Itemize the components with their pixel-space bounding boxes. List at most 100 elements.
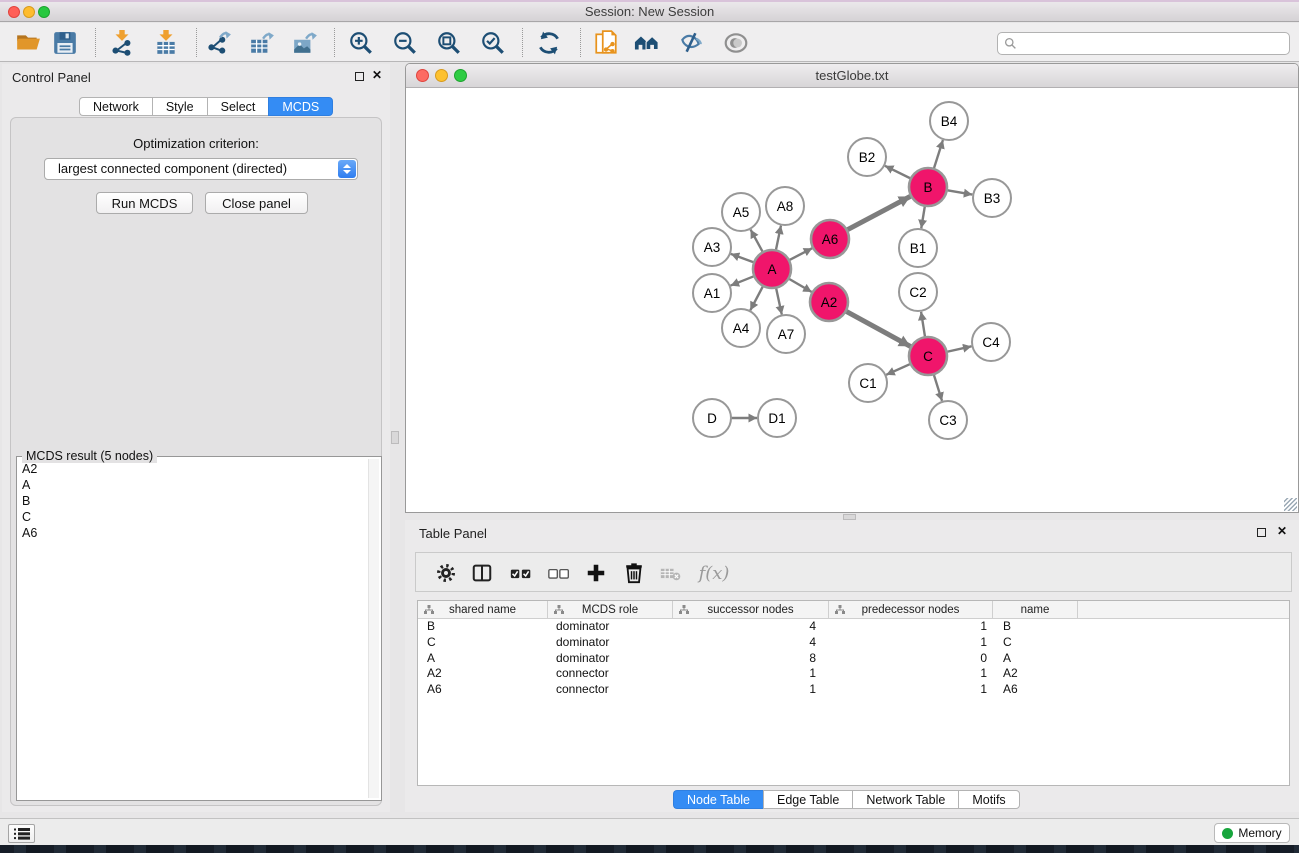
result-item[interactable]: A6: [20, 525, 365, 541]
node-A7[interactable]: A7: [767, 315, 805, 353]
table-row[interactable]: A2connector11A2: [418, 666, 1289, 682]
delete-table-button[interactable]: [657, 559, 685, 587]
edge-A-A8[interactable]: [776, 226, 781, 251]
tab-style[interactable]: Style: [152, 97, 207, 116]
create-column-button[interactable]: [582, 559, 610, 587]
node-B[interactable]: B: [909, 168, 947, 206]
node-A3[interactable]: A3: [693, 228, 731, 266]
close-panel-button[interactable]: Close panel: [205, 192, 308, 214]
edge-C-C1[interactable]: [886, 364, 910, 375]
export-network-button[interactable]: [203, 27, 235, 59]
search-field[interactable]: [997, 32, 1290, 55]
tab-edge-table[interactable]: Edge Table: [763, 790, 852, 809]
search-input[interactable]: [1021, 35, 1289, 53]
column-header-MCDS-role[interactable]: MCDS role: [548, 601, 673, 618]
tab-node-table[interactable]: Node Table: [673, 790, 763, 809]
edge-A-A7[interactable]: [776, 288, 782, 315]
node-A[interactable]: A: [753, 250, 791, 288]
table-row[interactable]: Bdominator41B: [418, 619, 1289, 635]
select-all-button[interactable]: [507, 559, 535, 587]
save-session-button[interactable]: [49, 27, 81, 59]
node-C4[interactable]: C4: [972, 323, 1010, 361]
tab-select[interactable]: Select: [207, 97, 269, 116]
node-B3[interactable]: B3: [973, 179, 1011, 217]
zoom-selected-button[interactable]: [477, 27, 509, 59]
node-C3[interactable]: C3: [929, 401, 967, 439]
edge-A-A1[interactable]: [731, 276, 755, 286]
table-row[interactable]: A6connector11A6: [418, 682, 1289, 698]
edge-C-C2[interactable]: [921, 312, 925, 337]
result-item[interactable]: A: [20, 477, 365, 493]
tab-mcds[interactable]: MCDS: [268, 97, 333, 116]
tab-motifs[interactable]: Motifs: [958, 790, 1019, 809]
show-all-button[interactable]: [720, 27, 752, 59]
column-header-predecessor-nodes[interactable]: predecessor nodes: [829, 601, 993, 618]
edge-A-A3[interactable]: [731, 254, 754, 263]
delete-column-button[interactable]: [620, 559, 648, 587]
open-session-button[interactable]: [12, 27, 44, 59]
float-table-panel-icon[interactable]: [1257, 528, 1266, 537]
memory-button[interactable]: Memory: [1214, 823, 1290, 843]
tab-network[interactable]: Network: [79, 97, 152, 116]
edge-A-A6[interactable]: [789, 248, 812, 260]
close-panel-icon[interactable]: ✕: [372, 68, 382, 82]
edge-A-A2[interactable]: [788, 279, 811, 292]
export-image-button[interactable]: [289, 27, 321, 59]
network-canvas-svg[interactable]: A5A8A3A1A4A7AA6A2B4B2BB3B1C2CC4C1C3DD1: [406, 88, 1298, 512]
resize-grip-icon[interactable]: [1284, 498, 1297, 511]
column-header-successor-nodes[interactable]: successor nodes: [673, 601, 829, 618]
edge-B-B2[interactable]: [885, 166, 911, 179]
task-history-button[interactable]: [8, 824, 35, 843]
new-network-from-selection-button[interactable]: [590, 27, 622, 59]
column-header-name[interactable]: name: [993, 601, 1078, 618]
node-C[interactable]: C: [909, 337, 947, 375]
criterion-dropdown[interactable]: largest connected component (directed): [44, 158, 358, 180]
dropdown-stepper-icon[interactable]: [338, 160, 356, 178]
node-A6[interactable]: A6: [811, 220, 849, 258]
run-mcds-button[interactable]: Run MCDS: [96, 192, 193, 214]
edge-A-A5[interactable]: [751, 230, 763, 253]
hide-selected-button[interactable]: [675, 27, 707, 59]
zoom-fit-button[interactable]: [433, 27, 465, 59]
node-B2[interactable]: B2: [848, 138, 886, 176]
result-item[interactable]: C: [20, 509, 365, 525]
close-table-panel-icon[interactable]: ✕: [1277, 524, 1287, 538]
zoom-out-button[interactable]: [389, 27, 421, 59]
node-B1[interactable]: B1: [899, 229, 937, 267]
deselect-all-button[interactable]: [545, 559, 573, 587]
edge-B-B4[interactable]: [934, 140, 943, 169]
result-item[interactable]: A2: [20, 461, 365, 477]
vertical-split-handle[interactable]: [391, 431, 399, 444]
network-window-titlebar[interactable]: testGlobe.txt: [406, 64, 1298, 88]
zoom-in-button[interactable]: [345, 27, 377, 59]
float-panel-icon[interactable]: [355, 72, 364, 81]
edge-C-C3[interactable]: [934, 374, 942, 401]
edge-A2-C[interactable]: [846, 311, 911, 346]
edge-B-B3[interactable]: [947, 190, 973, 194]
edge-C-C4[interactable]: [947, 346, 972, 352]
node-C2[interactable]: C2: [899, 273, 937, 311]
function-builder-button[interactable]: f(x): [694, 559, 734, 587]
edge-B-B1[interactable]: [921, 206, 925, 229]
export-table-button[interactable]: [246, 27, 278, 59]
column-header-shared-name[interactable]: shared name: [418, 601, 548, 618]
edge-A6-B[interactable]: [847, 196, 911, 230]
result-list-scrollbar[interactable]: [368, 459, 379, 798]
node-A5[interactable]: A5: [722, 193, 760, 231]
node-A1[interactable]: A1: [693, 274, 731, 312]
import-table-button[interactable]: [150, 27, 182, 59]
result-item[interactable]: B: [20, 493, 365, 509]
node-D1[interactable]: D1: [758, 399, 796, 437]
edge-A-A4[interactable]: [750, 286, 763, 310]
table-settings-button[interactable]: [432, 559, 460, 587]
node-D[interactable]: D: [693, 399, 731, 437]
node-A4[interactable]: A4: [722, 309, 760, 347]
node-B4[interactable]: B4: [930, 102, 968, 140]
node-table[interactable]: shared nameMCDS rolesuccessor nodesprede…: [417, 600, 1290, 786]
apply-layout-button[interactable]: [533, 27, 565, 59]
node-C1[interactable]: C1: [849, 364, 887, 402]
tab-network-table[interactable]: Network Table: [852, 790, 958, 809]
node-A2[interactable]: A2: [810, 283, 848, 321]
table-row[interactable]: Cdominator41C: [418, 635, 1289, 651]
import-network-button[interactable]: [106, 27, 138, 59]
